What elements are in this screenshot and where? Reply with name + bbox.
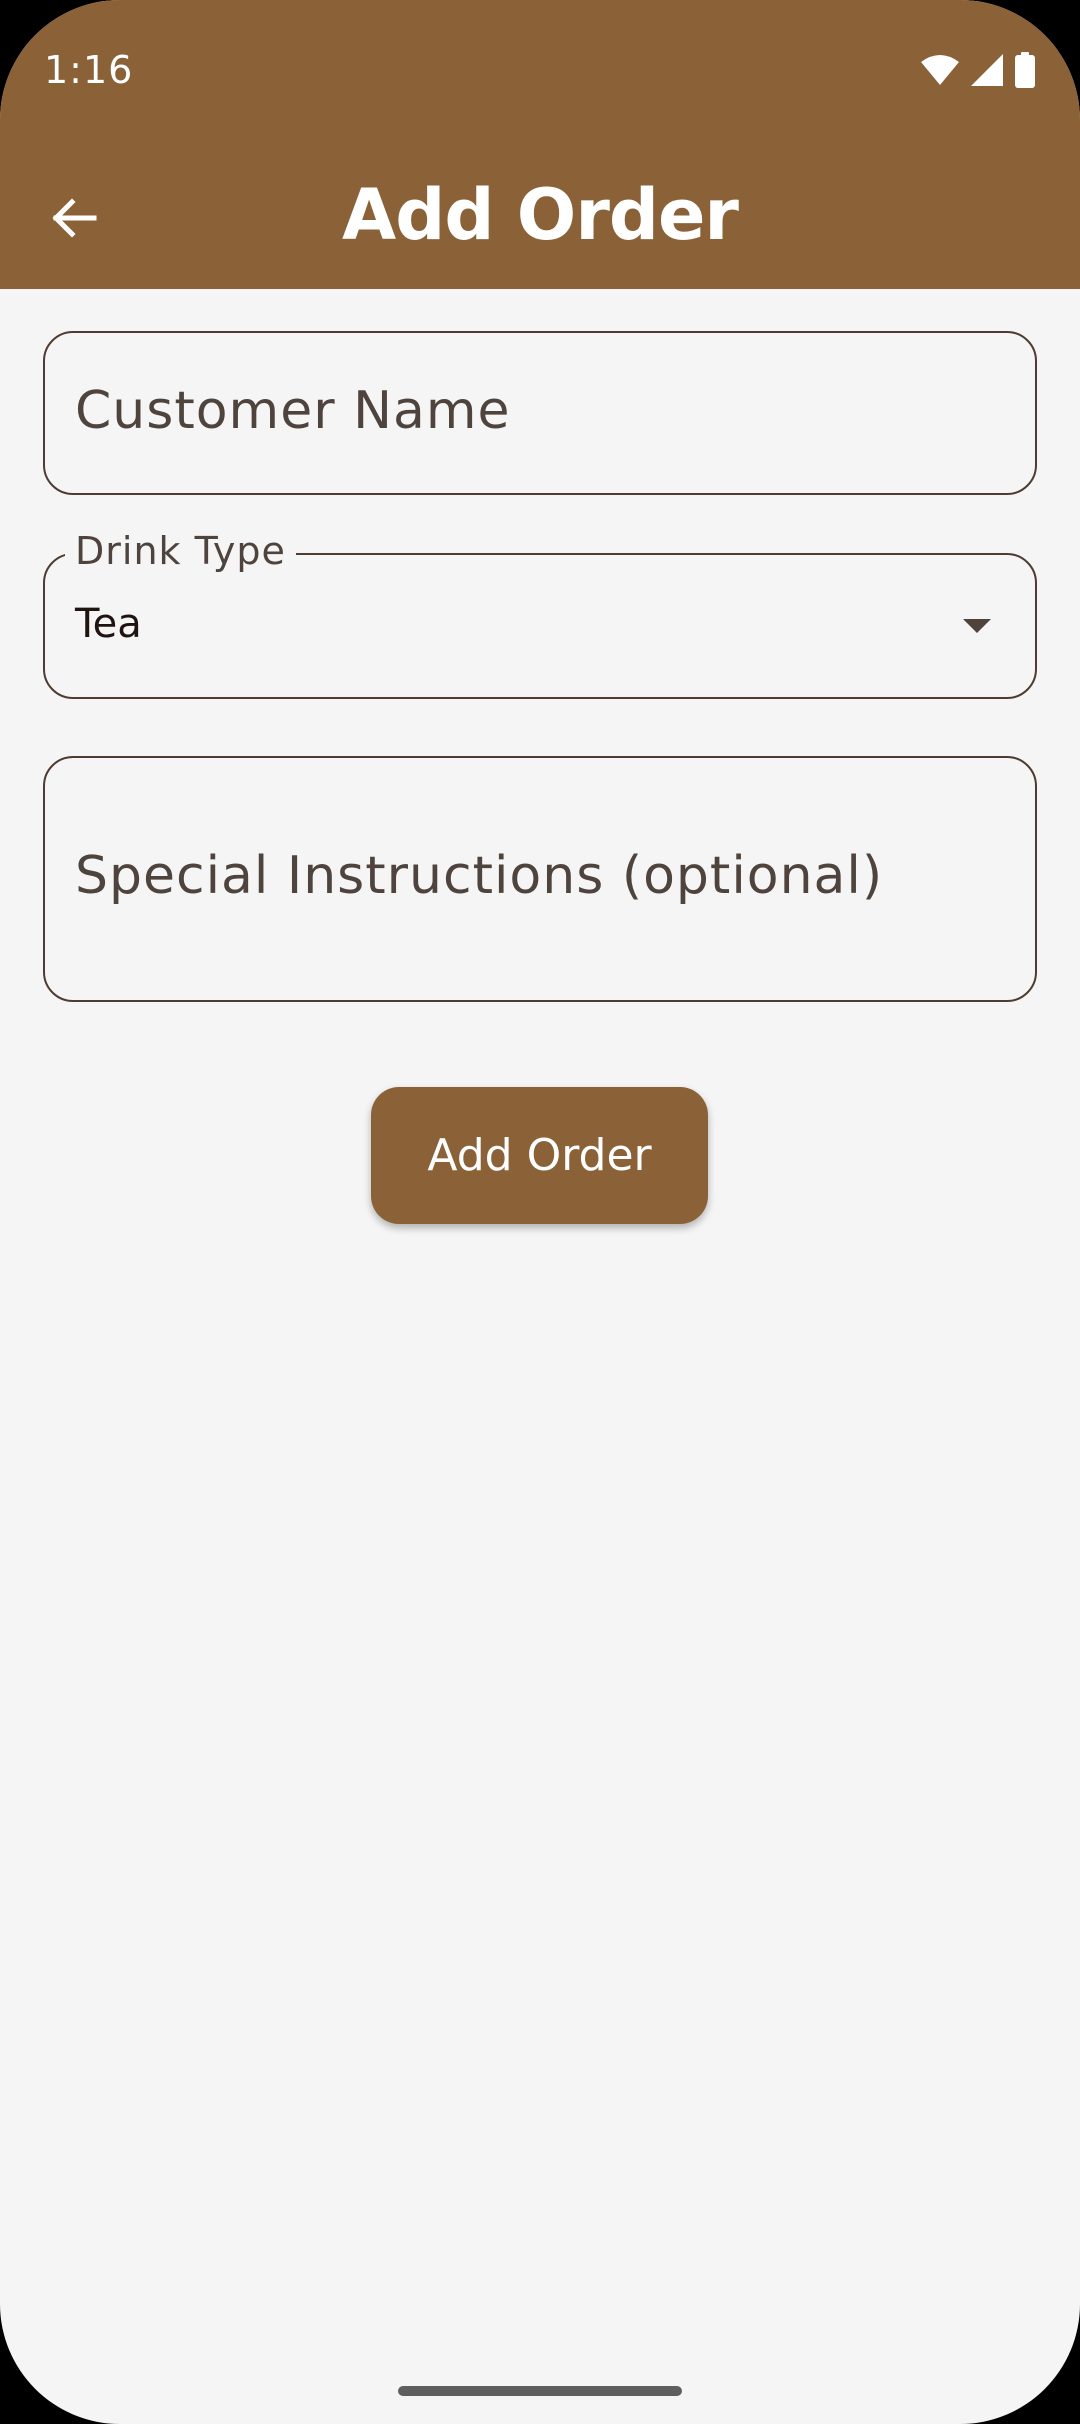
toolbar: Add Order xyxy=(0,160,1080,270)
app-bar: 1:16 Add Order xyxy=(0,0,1080,289)
status-bar: 1:16 xyxy=(0,0,1080,140)
wifi-icon xyxy=(921,55,959,85)
customer-name-placeholder: Customer Name xyxy=(75,381,511,441)
battery-icon xyxy=(1015,52,1035,88)
page-title: Add Order xyxy=(342,174,739,256)
special-instructions-placeholder: Special Instructions (optional) xyxy=(75,846,884,906)
dropdown-arrow-icon xyxy=(963,619,991,633)
signal-icon xyxy=(971,54,1003,86)
home-indicator[interactable] xyxy=(398,2386,682,2396)
drink-type-dropdown[interactable]: Drink Type Tea xyxy=(43,529,1037,699)
drink-type-label: Drink Type xyxy=(65,529,296,573)
drink-type-value: Tea xyxy=(75,601,142,647)
special-instructions-field[interactable]: Special Instructions (optional) xyxy=(43,756,1037,1002)
add-order-button[interactable]: Add Order xyxy=(371,1087,708,1224)
status-time: 1:16 xyxy=(44,48,134,92)
app-screen: 1:16 Add Order Customer Name Drink Type … xyxy=(0,0,1080,2424)
status-icons xyxy=(920,50,1036,90)
customer-name-field[interactable]: Customer Name xyxy=(43,331,1037,495)
